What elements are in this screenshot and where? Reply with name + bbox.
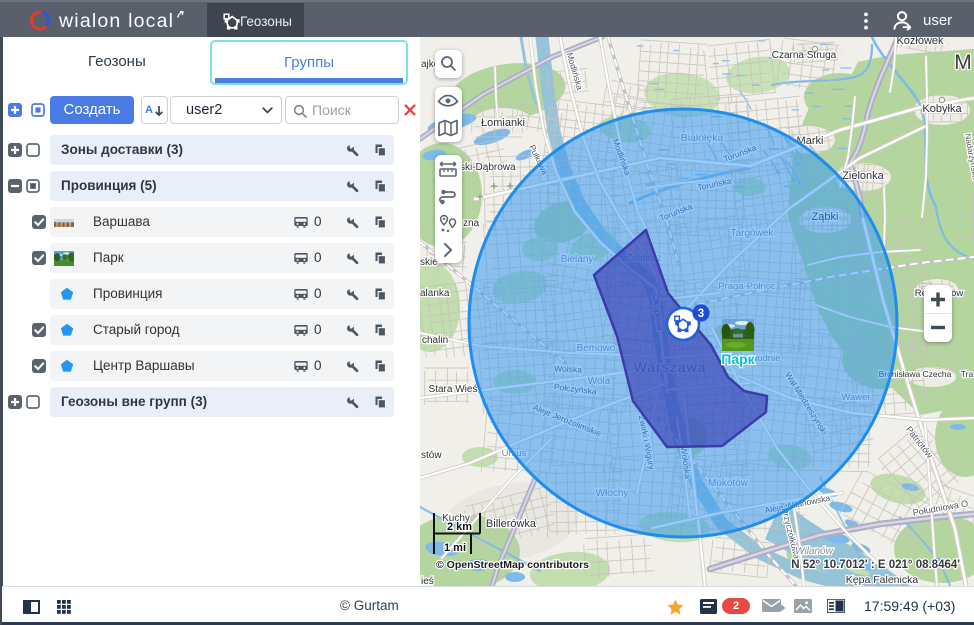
- svg-text:chalin: chalin: [422, 335, 448, 346]
- svg-text:Tra: Tra: [961, 369, 974, 379]
- svg-text:Billerówka: Billerówka: [486, 518, 537, 530]
- svg-text:Czarna Struga: Czarna Struga: [772, 50, 837, 61]
- svg-text:A: A: [145, 104, 153, 116]
- svg-text:Wilanów: Wilanów: [795, 546, 833, 557]
- svg-text:N 52° 10.7012' : E 021° 08.846: N 52° 10.7012' : E 021° 08.8464': [791, 559, 960, 571]
- svg-text:Kobyłka: Kobyłka: [922, 103, 962, 115]
- svg-text:ieś: ieś: [421, 576, 434, 586]
- svg-text:Парк: Парк: [721, 351, 755, 367]
- svg-text:zna: zna: [463, 218, 480, 229]
- svg-text:© OpenStreetMap contributors: © OpenStreetMap contributors: [436, 559, 589, 571]
- svg-text:ski-Dąbrowa: ski-Dąbrowa: [460, 162, 516, 173]
- svg-text:Stara Wieś: Stara Wieś: [429, 384, 478, 395]
- svg-text:Kozłówek: Kozłówek: [896, 37, 944, 47]
- svg-text:stów: stów: [421, 450, 442, 461]
- svg-text:Zielonka: Zielonka: [842, 170, 884, 182]
- svg-text:Łomianki: Łomianki: [481, 117, 525, 129]
- svg-text:alanka: alanka: [420, 288, 450, 299]
- svg-text:1 mi: 1 mi: [444, 542, 466, 554]
- svg-text:2 km: 2 km: [447, 521, 472, 533]
- svg-text:3: 3: [698, 308, 704, 320]
- svg-text:Kępa Falenicka: Kępa Falenicka: [846, 574, 919, 586]
- svg-text:M: M: [954, 51, 972, 74]
